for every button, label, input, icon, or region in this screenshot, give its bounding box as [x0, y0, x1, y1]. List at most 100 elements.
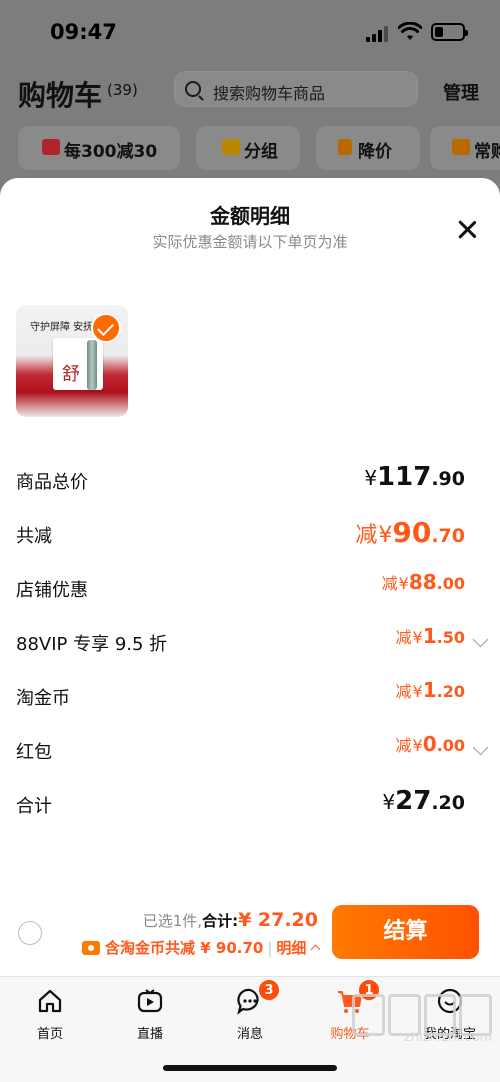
chip-label: 每300减30 — [64, 142, 158, 162]
price-down-icon — [338, 139, 352, 155]
chevron-down-icon[interactable] — [472, 631, 489, 648]
total-amount: ¥ 27.20 — [238, 909, 318, 931]
detail-toggle[interactable]: 明细 — [276, 937, 306, 958]
watermark-text: zhizhizhi.com — [404, 1030, 492, 1045]
home-icon — [38, 989, 62, 1013]
status-time: 09:47 — [50, 20, 117, 44]
tab-label: 消息 — [236, 1027, 263, 1042]
row-label: 店铺优惠 — [16, 580, 88, 601]
chip-discount[interactable]: 每300减30 — [18, 126, 180, 170]
minus-prefix: 减 — [395, 682, 412, 701]
selected-count: 已选1件, — [142, 912, 203, 930]
cart-count: (39) — [107, 81, 138, 99]
tab-messages[interactable]: 3 消息 — [210, 979, 290, 1043]
cart-page-background: 09:47 购物车 (39) 搜索购物车商品 管理 每300减30 分组 降价 … — [0, 0, 500, 190]
chip-label: 降价 — [358, 142, 392, 162]
wifi-icon — [398, 22, 422, 40]
minus-prefix: 减 — [381, 574, 398, 593]
row-value: 减 ¥88.00 — [382, 570, 465, 594]
cart-icon — [452, 139, 470, 155]
select-all-checkbox[interactable] — [18, 921, 42, 945]
tab-label: 首页 — [36, 1027, 63, 1042]
row-value: 减 ¥0.00 — [396, 732, 465, 756]
total-label: 合计: — [202, 912, 239, 930]
coupon-icon — [42, 139, 60, 155]
row-red-packet[interactable]: 红包 减 ¥0.00 — [0, 732, 500, 766]
yen-sign: ¥ — [364, 466, 378, 490]
cart-title: 购物车 — [18, 79, 103, 112]
close-icon[interactable] — [452, 214, 484, 246]
row-label: 淘金币 — [16, 688, 70, 709]
status-bar: 09:47 — [0, 0, 500, 66]
chip-group[interactable]: 分组 — [196, 126, 300, 170]
yen-sign: ¥ — [412, 736, 423, 755]
cellular-signal-icon — [366, 26, 390, 42]
row-label: 共减 — [16, 526, 52, 547]
amount-detail-sheet: 金额明细 实际优惠金额请以下单页为准 守护屏障 安抚敏 舒 商品总价 ¥117.… — [0, 178, 500, 978]
row-label: 合计 — [16, 796, 52, 817]
row-total-discount: 共减 减 ¥90.70 — [0, 516, 500, 550]
tab-label: 直播 — [136, 1027, 163, 1042]
row-grand-total: 合计 ¥27.20 — [0, 786, 500, 820]
checkout-button[interactable]: 结算 — [332, 905, 479, 959]
divider: | — [267, 938, 273, 957]
amount-decimal: .00 — [436, 574, 465, 593]
row-value: ¥117.90 — [364, 462, 465, 492]
product-thumb-glyph: 舒 — [62, 364, 80, 385]
row-total-price: 商品总价 ¥117.90 — [0, 462, 500, 496]
yen-sign: ¥ — [412, 628, 423, 647]
yen-sign: ¥ — [378, 523, 393, 548]
battery-icon — [431, 23, 468, 41]
yen-sign: ¥ — [412, 682, 423, 701]
row-value: 减 ¥1.50 — [396, 624, 465, 648]
amount-integer: 1 — [422, 624, 437, 648]
minus-prefix: 减 — [395, 628, 412, 647]
amount-integer: 1 — [422, 678, 437, 702]
amount-decimal: .00 — [436, 736, 465, 755]
amount-integer: 117 — [377, 462, 432, 492]
discount-text: 含淘金币共减 ¥ 90.70 — [105, 939, 264, 957]
row-value: ¥27.20 — [382, 786, 465, 816]
minus-prefix: 减 — [355, 523, 378, 548]
checkout-summary: 已选1件, 合计: ¥ 27.20 — [143, 909, 318, 931]
yen-sign: ¥ — [382, 790, 396, 814]
manage-button[interactable]: 管理 — [443, 79, 479, 105]
chevron-up-icon — [310, 944, 321, 955]
row-taojinbi: 淘金币 减 ¥1.20 — [0, 678, 500, 712]
amount-decimal: .20 — [436, 682, 465, 701]
product-bottle-image — [87, 340, 97, 390]
chip-price-drop[interactable]: 降价 — [316, 126, 420, 170]
home-indicator[interactable] — [163, 1065, 337, 1071]
search-placeholder: 搜索购物车商品 — [213, 84, 326, 103]
tab-live[interactable]: 直播 — [110, 983, 190, 1043]
chip-label: 常购 — [474, 142, 500, 162]
search-icon — [185, 81, 201, 97]
sheet-title: 金额明细 — [210, 204, 290, 228]
row-label: 商品总价 — [16, 472, 88, 493]
amount-integer: 27 — [395, 786, 432, 816]
live-icon — [137, 989, 163, 1013]
discount-summary[interactable]: 含淘金币共减 ¥ 90.70 | 明细 — [82, 937, 321, 958]
yen-sign: ¥ — [398, 574, 409, 593]
amount-decimal: .20 — [431, 792, 465, 814]
message-badge: 3 — [258, 979, 280, 1001]
amount-decimal: .50 — [436, 628, 465, 647]
amount-integer: 88 — [408, 570, 437, 594]
minus-prefix: 减 — [395, 736, 412, 755]
amount-decimal: .90 — [431, 468, 465, 490]
chevron-down-icon[interactable] — [472, 739, 489, 756]
cart-search-bar[interactable]: 搜索购物车商品 — [174, 71, 418, 107]
amount-integer: 0 — [422, 732, 437, 756]
checkmark-icon[interactable] — [91, 313, 121, 343]
folder-icon — [222, 139, 240, 155]
chip-frequent[interactable]: 常购 — [430, 126, 500, 170]
row-label: 红包 — [16, 742, 52, 763]
sheet-subtitle: 实际优惠金额请以下单页为准 — [152, 233, 348, 251]
row-value: 减 ¥1.20 — [396, 678, 465, 702]
row-label: 88VIP 专享 9.5 折 — [16, 634, 168, 655]
tab-home[interactable]: 首页 — [10, 983, 90, 1043]
coin-icon — [82, 940, 100, 955]
amount-integer: 90 — [392, 516, 432, 549]
row-88vip-discount[interactable]: 88VIP 专享 9.5 折 减 ¥1.50 — [0, 624, 500, 658]
amount-decimal: .70 — [431, 525, 465, 547]
